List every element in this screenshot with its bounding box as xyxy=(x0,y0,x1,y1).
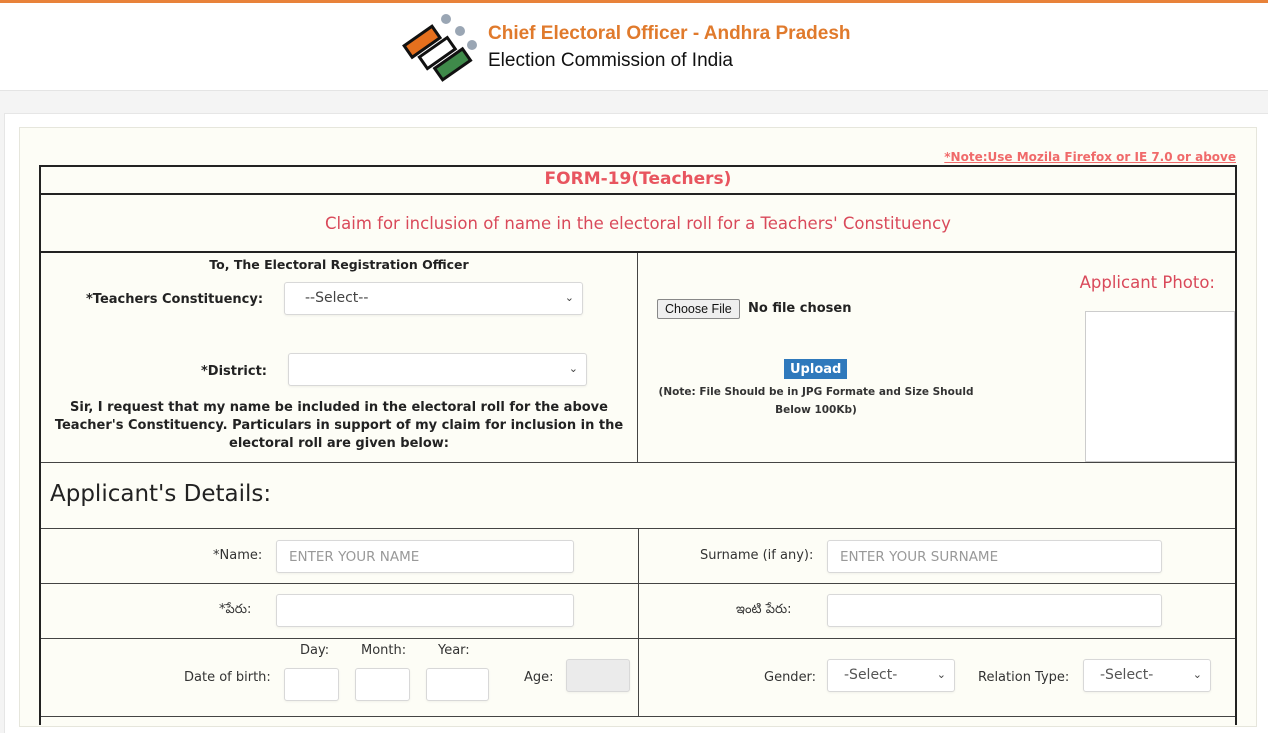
form-title: FORM-19(Teachers) xyxy=(544,169,732,189)
upload-button[interactable]: Upload xyxy=(784,359,848,379)
applicant-details-title: Applicant's Details: xyxy=(50,481,272,507)
applicant-details-header: Applicant's Details: xyxy=(41,462,1235,529)
site-title: Chief Electoral Officer - Andhra Pradesh xyxy=(488,23,851,44)
teachers-constituency-select[interactable]: --Select-- ⌄ xyxy=(284,282,583,315)
telugu-name-row: *పేరు: ఇంటి పేరు: xyxy=(41,584,1235,639)
dob-month-input[interactable] xyxy=(355,668,410,701)
age-field xyxy=(566,659,630,692)
chevron-down-icon: ⌄ xyxy=(568,362,578,375)
telugu-name-input[interactable] xyxy=(276,594,574,627)
telugu-surname-input[interactable] xyxy=(827,594,1162,627)
surname-input[interactable]: ENTER YOUR SURNAME xyxy=(827,540,1162,573)
chevron-down-icon: ⌄ xyxy=(936,668,946,681)
name-input[interactable]: ENTER YOUR NAME xyxy=(276,540,574,573)
gender-label: Gender: xyxy=(764,670,817,685)
site-subtitle: Election Commission of India xyxy=(488,50,733,71)
site-header: Chief Electoral Officer - Andhra Pradesh… xyxy=(0,3,1268,91)
telugu-name-label: *పేరు: xyxy=(219,602,252,617)
column-divider xyxy=(638,584,639,638)
age-label: Age: xyxy=(524,670,554,685)
district-select[interactable]: ⌄ xyxy=(288,353,587,386)
relation-type-select[interactable]: -Select- ⌄ xyxy=(1083,659,1211,692)
request-text: Sir, I request that my name be included … xyxy=(54,400,624,451)
browser-note: *Note:Use Mozila Firefox or IE 7.0 or ab… xyxy=(944,150,1236,164)
eci-ballot-logo-icon xyxy=(402,14,477,82)
chevron-down-icon: ⌄ xyxy=(564,291,574,304)
relation-type-selected-value: -Select- xyxy=(1100,667,1154,683)
name-row: *Name: ENTER YOUR NAME Surname (if any):… xyxy=(41,529,1235,584)
gender-selected-value: -Select- xyxy=(844,667,898,683)
form-19-box: FORM-19(Teachers) Claim for inclusion of… xyxy=(39,165,1237,725)
gender-select[interactable]: -Select- ⌄ xyxy=(827,659,955,692)
photo-section: Choose File No file chosen Upload (Note:… xyxy=(638,253,1235,462)
file-status: No file chosen xyxy=(748,301,852,316)
chevron-down-icon: ⌄ xyxy=(1192,668,1202,681)
telugu-surname-label: ఇంటి పేరు: xyxy=(736,602,792,617)
dob-label: Date of birth: xyxy=(184,670,271,685)
applicant-photo-preview xyxy=(1085,311,1235,462)
year-label: Year: xyxy=(438,643,470,658)
constituency-label: *Teachers Constituency: xyxy=(86,292,264,307)
dob-year-input[interactable] xyxy=(426,668,489,701)
upload-note: (Note: File Should be in JPG Formate and… xyxy=(658,386,974,416)
column-divider xyxy=(638,639,639,716)
relation-type-label: Relation Type: xyxy=(978,670,1070,685)
month-label: Month: xyxy=(361,643,407,658)
constituency-selected-value: --Select-- xyxy=(305,290,369,306)
district-label: *District: xyxy=(201,364,267,379)
dob-day-input[interactable] xyxy=(284,668,339,701)
name-label: *Name: xyxy=(213,548,263,563)
day-label: Day: xyxy=(300,643,330,658)
constituency-section: To, The Electoral Registration Officer *… xyxy=(41,253,638,462)
dob-row: Day: Month: Year: Date of birth: Age: Ge… xyxy=(41,639,1235,717)
surname-label: Surname (if any): xyxy=(700,548,814,563)
column-divider xyxy=(638,529,639,583)
to-line: To, The Electoral Registration Officer xyxy=(209,257,469,272)
applicant-photo-label: Applicant Photo: xyxy=(1079,273,1215,292)
choose-file-button[interactable]: Choose File xyxy=(657,299,740,319)
claim-heading: Claim for inclusion of name in the elect… xyxy=(41,193,1235,253)
